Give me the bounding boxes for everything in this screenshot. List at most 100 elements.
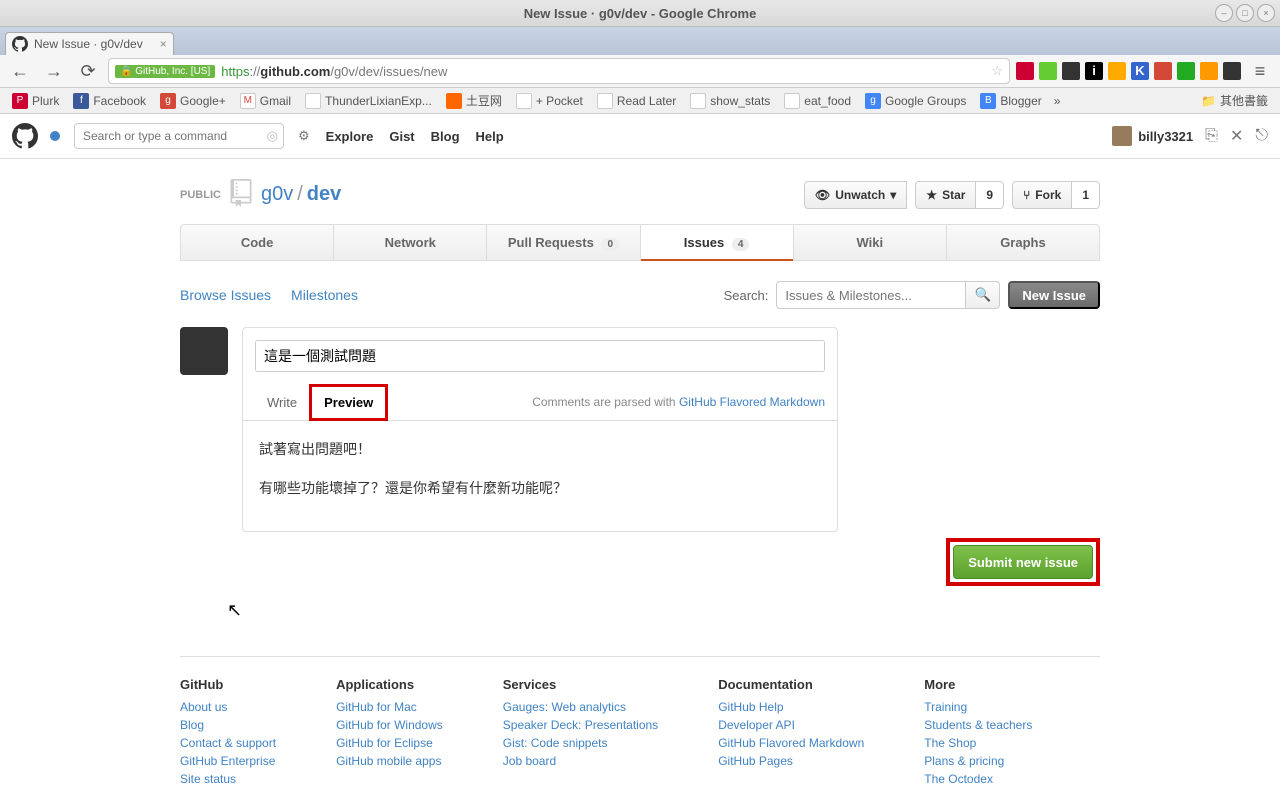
footer-link[interactable]: Training xyxy=(924,700,1032,714)
footer-link[interactable]: The Octodex xyxy=(924,772,1032,786)
bookmark-item[interactable]: eat_food xyxy=(778,90,857,112)
ext-icon[interactable] xyxy=(1108,62,1126,80)
footer-link[interactable]: GitHub Help xyxy=(718,700,864,714)
bookmark-item[interactable]: + Pocket xyxy=(510,90,589,112)
tab-close-icon[interactable]: × xyxy=(160,37,167,51)
tab-code[interactable]: Code xyxy=(181,225,334,260)
footer-link[interactable]: The Shop xyxy=(924,736,1032,750)
milestones-link[interactable]: Milestones xyxy=(291,287,358,303)
footer-link[interactable]: GitHub for Mac xyxy=(336,700,443,714)
bookmark-overflow-icon[interactable]: » xyxy=(1050,94,1065,108)
bookmark-item[interactable]: show_stats xyxy=(684,90,776,112)
footer-link[interactable]: GitHub for Eclipse xyxy=(336,736,443,750)
browser-tab[interactable]: New Issue · g0v/dev × xyxy=(5,32,174,55)
fork-count[interactable]: 1 xyxy=(1072,181,1100,209)
issues-search-button[interactable]: 🔍 xyxy=(966,281,1000,309)
issues-search-input[interactable] xyxy=(776,281,966,309)
tab-network[interactable]: Network xyxy=(334,225,487,260)
forward-button[interactable]: → xyxy=(40,58,68,84)
notification-indicator-icon[interactable] xyxy=(50,131,60,141)
repo-name-link[interactable]: dev xyxy=(307,183,341,205)
footer-link[interactable]: GitHub Pages xyxy=(718,754,864,768)
markdown-link[interactable]: GitHub Flavored Markdown xyxy=(679,395,825,409)
address-bar[interactable]: 🔒 GitHub, Inc. [US] https://github.com/g… xyxy=(108,58,1010,84)
signout-icon[interactable]: ⎋ xyxy=(1255,127,1268,145)
browse-issues-link[interactable]: Browse Issues xyxy=(180,287,271,303)
repo-owner-link[interactable]: g0v xyxy=(261,183,293,205)
create-new-icon[interactable]: ⎘ xyxy=(1205,127,1218,145)
window-maximize-icon[interactable]: □ xyxy=(1236,4,1254,22)
bookmark-item[interactable]: BBlogger xyxy=(974,90,1047,112)
write-tab[interactable]: Write xyxy=(255,387,309,418)
bookmark-star-icon[interactable]: ☆ xyxy=(991,63,1003,79)
ext-icon[interactable] xyxy=(1200,62,1218,80)
repo-tabs: Code Network Pull Requests 0 Issues 4 Wi… xyxy=(180,224,1100,261)
footer-link[interactable]: Job board xyxy=(503,754,658,768)
back-button[interactable]: ← xyxy=(6,58,34,84)
footer-link[interactable]: GitHub for Windows xyxy=(336,718,443,732)
bookmark-item[interactable]: ThunderLixianExp... xyxy=(299,90,438,112)
footer-link[interactable]: Speaker Deck: Presentations xyxy=(503,718,658,732)
tab-issues[interactable]: Issues 4 xyxy=(641,225,794,260)
bookmark-item[interactable]: fFacebook xyxy=(67,90,152,112)
footer-link[interactable]: Gist: Code snippets xyxy=(503,736,658,750)
bookmark-item[interactable]: gGoogle Groups xyxy=(859,90,972,112)
footer-link[interactable]: Plans & pricing xyxy=(924,754,1032,768)
ext-icon[interactable]: K xyxy=(1131,62,1149,80)
ext-icon[interactable] xyxy=(1223,62,1241,80)
star-count[interactable]: 9 xyxy=(976,181,1004,209)
bookmark-item[interactable]: PPlurk xyxy=(6,90,65,112)
preview-line: 試著寫出問題吧！ xyxy=(259,437,821,462)
other-bookmarks-folder[interactable]: 📁其他書籤 xyxy=(1195,89,1274,112)
settings-gear-icon[interactable]: ⚙ xyxy=(298,128,310,144)
ext-icon[interactable]: i xyxy=(1085,62,1103,80)
user-menu[interactable]: billy3321 xyxy=(1112,126,1193,146)
url-text: https://github.com/g0v/dev/issues/new xyxy=(221,64,447,79)
reload-button[interactable]: ⟳ xyxy=(74,58,102,84)
nav-blog[interactable]: Blog xyxy=(431,129,460,144)
tab-pull-requests[interactable]: Pull Requests 0 xyxy=(487,225,640,260)
ext-icon[interactable] xyxy=(1154,62,1172,80)
identity-badge[interactable]: 🔒 GitHub, Inc. [US] xyxy=(115,65,215,78)
unwatch-button[interactable]: 👁 Unwatch ▾ xyxy=(804,181,907,209)
bookmark-item[interactable]: MGmail xyxy=(234,90,297,112)
github-logo-icon[interactable] xyxy=(12,123,38,149)
footer-heading: Documentation xyxy=(718,677,864,692)
footer-link[interactable]: Contact & support xyxy=(180,736,276,750)
footer-link[interactable]: About us xyxy=(180,700,276,714)
bookmark-item[interactable]: gGoogle+ xyxy=(154,90,232,112)
preview-line: 有哪些功能壞掉了？還是你希望有什麼新功能呢？ xyxy=(259,476,821,501)
ext-icon[interactable] xyxy=(1016,62,1034,80)
footer-link[interactable]: Developer API xyxy=(718,718,864,732)
footer-link[interactable]: Gauges: Web analytics xyxy=(503,700,658,714)
preview-tab[interactable]: Preview xyxy=(309,384,388,421)
new-issue-button[interactable]: New Issue xyxy=(1008,281,1100,309)
nav-explore[interactable]: Explore xyxy=(326,129,374,144)
menu-icon[interactable]: ≡ xyxy=(1246,58,1274,84)
footer-link[interactable]: GitHub Enterprise xyxy=(180,754,276,768)
bookmark-item[interactable]: 土豆网 xyxy=(440,89,508,112)
footer-link[interactable]: Site status xyxy=(180,772,276,786)
fork-button[interactable]: ⑂ Fork xyxy=(1012,181,1072,209)
settings-icon[interactable]: ✕ xyxy=(1230,126,1243,146)
footer-link[interactable]: GitHub Flavored Markdown xyxy=(718,736,864,750)
ext-icon[interactable] xyxy=(1039,62,1057,80)
submit-issue-button[interactable]: Submit new issue xyxy=(953,545,1093,579)
bookmark-item[interactable]: Read Later xyxy=(591,90,682,112)
command-search-input[interactable] xyxy=(74,123,284,149)
star-button[interactable]: ★ Star xyxy=(915,181,976,209)
footer-link[interactable]: Students & teachers xyxy=(924,718,1032,732)
ext-icon[interactable] xyxy=(1177,62,1195,80)
nav-gist[interactable]: Gist xyxy=(389,129,414,144)
tab-wiki[interactable]: Wiki xyxy=(794,225,947,260)
window-minimize-icon[interactable]: – xyxy=(1215,4,1233,22)
nav-help[interactable]: Help xyxy=(476,129,504,144)
window-close-icon[interactable]: × xyxy=(1257,4,1275,22)
ext-icon[interactable] xyxy=(1062,62,1080,80)
tab-graphs[interactable]: Graphs xyxy=(947,225,1099,260)
footer-link[interactable]: GitHub mobile apps xyxy=(336,754,443,768)
submit-highlight: Submit new issue xyxy=(946,538,1100,586)
issue-title-input[interactable] xyxy=(255,340,825,372)
author-avatar xyxy=(180,327,228,375)
footer-link[interactable]: Blog xyxy=(180,718,276,732)
